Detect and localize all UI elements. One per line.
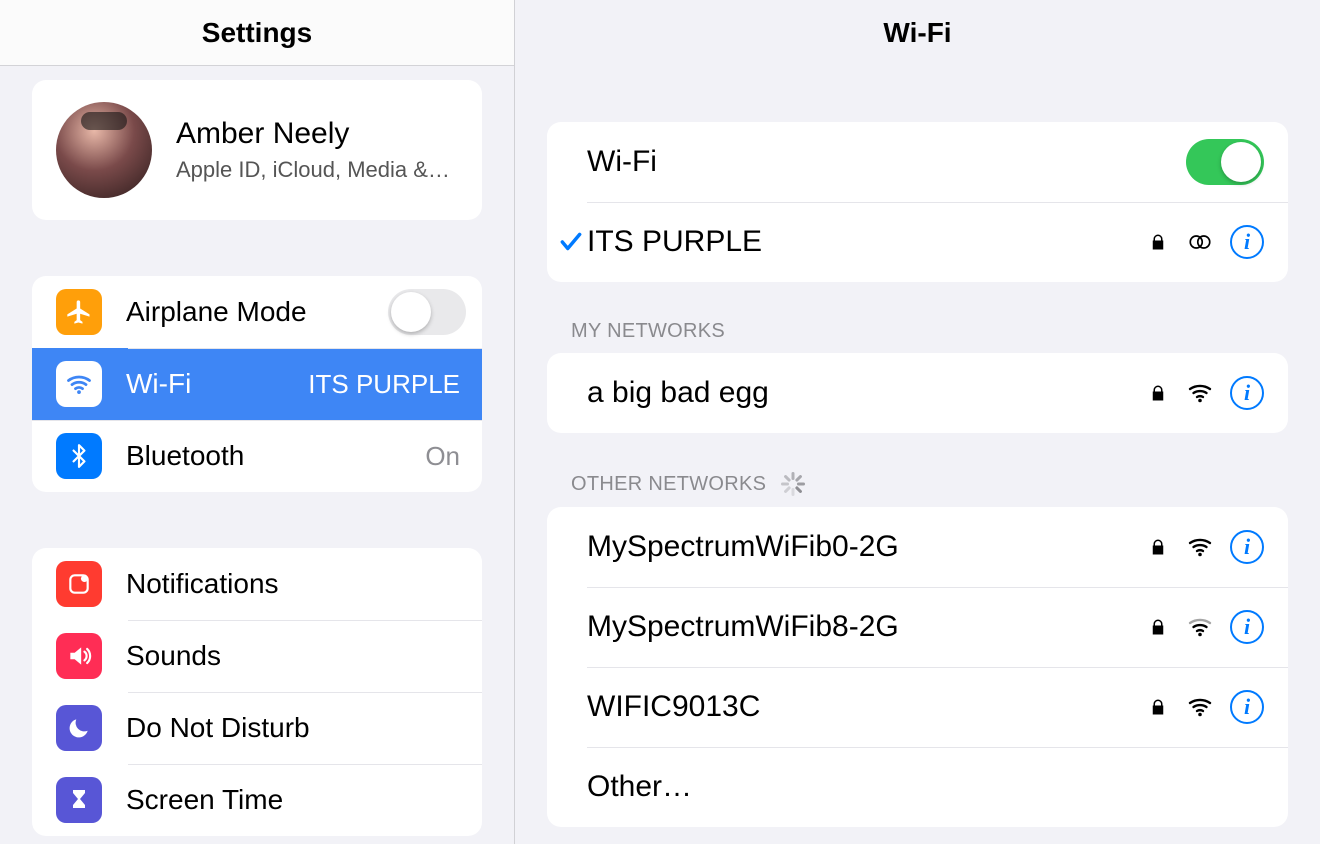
my-networks-header-text: MY NETWORKS — [571, 320, 725, 343]
row-connected-network[interactable]: ITS PURPLE i — [547, 202, 1288, 282]
lock-icon — [1146, 535, 1170, 559]
main-title: Wi-Fi — [883, 17, 951, 49]
main-header: Wi-Fi — [515, 0, 1320, 66]
row-screentime[interactable]: Screen Time — [32, 764, 482, 836]
info-button[interactable]: i — [1230, 530, 1264, 564]
bluetooth-value: On — [425, 441, 460, 472]
apple-id-name: Amber Neely — [176, 117, 450, 151]
info-button[interactable]: i — [1230, 225, 1264, 259]
sidebar-scroll[interactable]: Amber Neely Apple ID, iCloud, Media &… A… — [0, 66, 514, 844]
wifi-icon — [56, 361, 102, 407]
screentime-label: Screen Time — [126, 784, 466, 816]
wifi-detail-pane: Wi-Fi Wi-Fi ITS PURPLE — [515, 0, 1320, 844]
network-row[interactable]: MySpectrumWiFib0-2G i — [547, 507, 1288, 587]
wifi-label: Wi-Fi — [126, 368, 308, 400]
wifi-signal-icon — [1188, 535, 1212, 559]
sidebar-header: Settings — [0, 0, 514, 66]
checkmark-icon — [555, 229, 587, 255]
wifi-toggle[interactable] — [1186, 139, 1264, 185]
row-sounds[interactable]: Sounds — [32, 620, 482, 692]
settings-sidebar: Settings Amber Neely Apple ID, iCloud, M… — [0, 0, 515, 844]
section-other-networks: OTHER NETWORKS — [571, 471, 1288, 497]
settings-group-general: Notifications Sounds Do Not Disturb Scre… — [32, 548, 482, 836]
sounds-label: Sounds — [126, 640, 466, 672]
main-scroll[interactable]: Wi-Fi ITS PURPLE i — [515, 66, 1320, 844]
info-button[interactable]: i — [1230, 690, 1264, 724]
hotspot-icon — [1188, 230, 1212, 254]
apple-id-text: Amber Neely Apple ID, iCloud, Media &… — [176, 117, 450, 183]
lock-icon — [1146, 381, 1170, 405]
lock-icon — [1146, 230, 1170, 254]
network-name: WIFIC9013C — [587, 690, 1146, 724]
apple-id-subtitle: Apple ID, iCloud, Media &… — [176, 157, 450, 183]
row-other-network[interactable]: Other… — [547, 747, 1288, 827]
row-bluetooth[interactable]: Bluetooth On — [32, 420, 482, 492]
lock-icon — [1146, 615, 1170, 639]
network-name: MySpectrumWiFib8-2G — [587, 610, 1146, 644]
apple-id-card[interactable]: Amber Neely Apple ID, iCloud, Media &… — [32, 80, 482, 220]
wifi-value: ITS PURPLE — [308, 369, 460, 400]
other-network-label: Other… — [587, 770, 1264, 804]
notifications-label: Notifications — [126, 568, 466, 600]
dnd-label: Do Not Disturb — [126, 712, 466, 744]
wifi-signal-icon — [1188, 615, 1212, 639]
row-airplane-mode[interactable]: Airplane Mode — [32, 276, 482, 348]
notifications-icon — [56, 561, 102, 607]
moon-icon — [56, 705, 102, 751]
sidebar-title: Settings — [202, 17, 312, 49]
info-button[interactable]: i — [1230, 610, 1264, 644]
avatar — [56, 102, 152, 198]
info-button[interactable]: i — [1230, 376, 1264, 410]
wifi-signal-icon — [1188, 381, 1212, 405]
settings-group-connectivity: Airplane Mode Wi-Fi ITS PURPLE Bluetooth… — [32, 276, 482, 492]
row-dnd[interactable]: Do Not Disturb — [32, 692, 482, 764]
wifi-top-card: Wi-Fi ITS PURPLE i — [547, 122, 1288, 282]
row-notifications[interactable]: Notifications — [32, 548, 482, 620]
connected-network-name: ITS PURPLE — [587, 225, 1146, 259]
wifi-toggle-label: Wi-Fi — [587, 145, 1186, 179]
bluetooth-label: Bluetooth — [126, 440, 425, 472]
network-row[interactable]: a big bad egg i — [547, 353, 1288, 433]
airplane-icon — [56, 289, 102, 335]
airplane-toggle[interactable] — [388, 289, 466, 335]
lock-icon — [1146, 695, 1170, 719]
other-networks-card: MySpectrumWiFib0-2G i MySpectrumWiFib8-2… — [547, 507, 1288, 827]
section-my-networks: MY NETWORKS — [571, 320, 1288, 343]
sounds-icon — [56, 633, 102, 679]
network-name: MySpectrumWiFib0-2G — [587, 530, 1146, 564]
wifi-signal-icon — [1188, 695, 1212, 719]
network-row[interactable]: WIFIC9013C i — [547, 667, 1288, 747]
hourglass-icon — [56, 777, 102, 823]
bluetooth-icon — [56, 433, 102, 479]
my-networks-card: a big bad egg i — [547, 353, 1288, 433]
row-wifi-toggle[interactable]: Wi-Fi — [547, 122, 1288, 202]
loading-spinner-icon — [780, 471, 806, 497]
airplane-label: Airplane Mode — [126, 296, 388, 328]
network-row[interactable]: MySpectrumWiFib8-2G i — [547, 587, 1288, 667]
row-wifi[interactable]: Wi-Fi ITS PURPLE — [32, 348, 482, 420]
other-networks-header-text: OTHER NETWORKS — [571, 473, 766, 496]
network-name: a big bad egg — [587, 376, 1146, 410]
